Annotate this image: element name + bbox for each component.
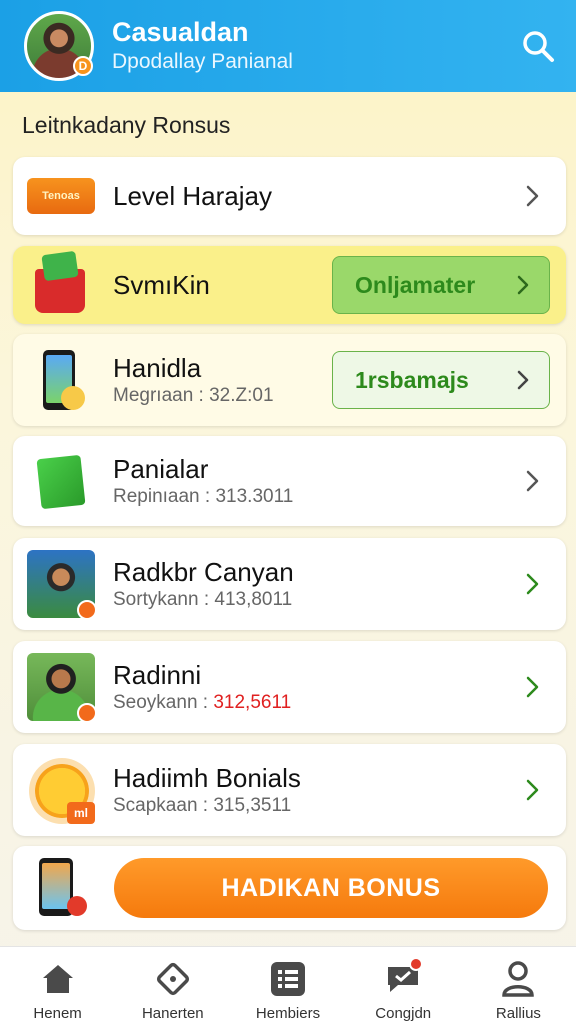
action-button[interactable]: 1rsbamajs: [332, 351, 550, 409]
sun-tag: ml: [67, 802, 95, 824]
subtitle-prefix: Seoykann :: [113, 692, 214, 713]
diamond-icon: [151, 959, 195, 999]
item-title: Level Harajay: [113, 181, 272, 211]
bonus-button[interactable]: HADIKAN BONUS: [114, 858, 548, 918]
item-body: SvmıKin: [113, 269, 332, 301]
list-icon: [266, 959, 310, 999]
item-title: SvmıKin: [113, 270, 210, 300]
header-text: Casualdan Dpodallay Panianal: [112, 16, 518, 76]
app-subtitle: Dpodallay Panianal: [112, 50, 293, 73]
chevron-right-icon: [517, 275, 529, 295]
sun-icon: ml: [23, 752, 99, 828]
nav-item-diamond[interactable]: Hanerten: [115, 947, 230, 1024]
bonus-card: HADIKAN BONUS: [13, 846, 566, 930]
profile-icon: [496, 959, 540, 999]
item-body: Level Harajay: [113, 180, 512, 212]
item-title: Radkbr Canyan: [113, 557, 294, 587]
chevron-right-icon[interactable]: [512, 667, 552, 707]
subtitle-value: 312,5611: [213, 692, 292, 713]
action-label: Onljamater: [355, 271, 476, 298]
item-body: Hanidla Megrıaan : 32.Z:01: [113, 352, 332, 408]
photo-icon: [23, 649, 99, 725]
avatar[interactable]: D: [24, 11, 94, 81]
bottom-nav: Henem Hanerten Hembiers Congjdn Rallius: [0, 946, 576, 1024]
item-body: Hadiimh Bonials Scapkaan : 315,3511: [113, 762, 512, 818]
list-item[interactable]: Radinni Seoykann : 312,5611: [13, 641, 566, 733]
app-title: Casualdan: [112, 17, 249, 47]
item-title: Panialar: [113, 454, 209, 484]
nav-label: Congjdn: [375, 1005, 432, 1022]
banner-label: Tenoas: [27, 178, 95, 214]
item-subtitle: Repinıaan : 313.3011: [113, 486, 294, 507]
item-subtitle: Scapkaan : 315,3511: [113, 795, 292, 816]
nav-item-home[interactable]: Henem: [0, 947, 115, 1024]
section-title: Leitnkadany Ronsus: [22, 112, 231, 138]
nav-label: Hembiers: [255, 1005, 321, 1022]
item-body: Radkbr Canyan Sortykann : 413,8011: [113, 556, 512, 612]
phone-icon: [23, 342, 99, 418]
chat-icon: [381, 957, 425, 999]
item-title: Hadiimh Bonials: [113, 763, 301, 793]
list-item[interactable]: Panialar Repinıaan : 313.3011: [13, 436, 566, 526]
nav-item-list[interactable]: Hembiers: [230, 947, 345, 1024]
list-item[interactable]: SvmıKin Onljamater: [13, 246, 566, 324]
nav-label: Rallius: [495, 1005, 541, 1022]
chevron-right-icon[interactable]: [512, 461, 552, 501]
book-icon: [23, 443, 99, 519]
nav-label: Hanerten: [141, 1005, 204, 1022]
list-item[interactable]: Hanidla Megrıaan : 32.Z:01 1rsbamajs: [13, 334, 566, 426]
item-title: Radinni: [113, 660, 202, 690]
list-item[interactable]: ml Hadiimh Bonials Scapkaan : 315,3511: [13, 744, 566, 836]
nav-label: Henem: [33, 1005, 82, 1022]
list-item[interactable]: Tenoas Level Harajay: [13, 157, 566, 235]
app-header: D Casualdan Dpodallay Panianal: [0, 0, 576, 92]
search-icon: [523, 31, 554, 62]
item-title: Hanidla: [113, 353, 202, 383]
item-subtitle: Megrıaan : 32.Z:01: [113, 385, 274, 406]
item-body: Panialar Repinıaan : 313.3011: [113, 453, 512, 509]
chevron-right-icon[interactable]: [512, 176, 552, 216]
nav-item-chat[interactable]: Congjdn: [346, 947, 461, 1024]
action-button[interactable]: Onljamater: [332, 256, 550, 314]
chevron-right-icon[interactable]: [512, 770, 552, 810]
nav-item-profile[interactable]: Rallius: [461, 947, 576, 1024]
action-label: 1rsbamajs: [355, 366, 469, 393]
home-icon: [36, 959, 80, 999]
banner-icon: Tenoas: [23, 158, 99, 234]
chevron-right-icon: [517, 370, 529, 390]
item-body: Radinni Seoykann : 312,5611: [113, 659, 512, 715]
photo-icon: [23, 546, 99, 622]
item-subtitle: Seoykann : 312,5611: [113, 691, 512, 715]
item-subtitle: Sortykann : 413,8011: [113, 589, 293, 610]
search-button[interactable]: [518, 26, 558, 66]
basket-icon: [23, 247, 99, 323]
chevron-right-icon[interactable]: [512, 564, 552, 604]
phone-icon: [23, 850, 99, 926]
list-item[interactable]: Radkbr Canyan Sortykann : 413,8011: [13, 538, 566, 630]
avatar-badge: D: [73, 56, 93, 76]
